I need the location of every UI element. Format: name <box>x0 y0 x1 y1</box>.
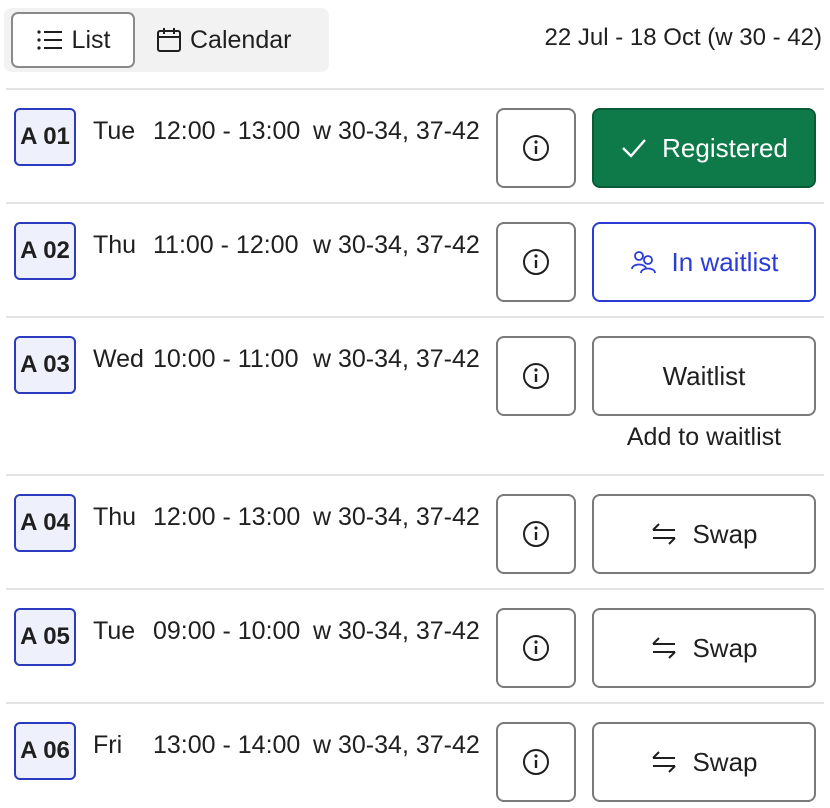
group-row: A 03 Wed 10:00 - 11:00 w 30-34, 37-42 Wa… <box>6 316 824 476</box>
day-label: Fri <box>93 731 123 759</box>
weeks-label: w 30-34, 37-42 <box>313 345 480 373</box>
group-row: A 01 Tue 12:00 - 13:00 w 30-34, 37-42 Re… <box>6 88 824 204</box>
time-label: 12:00 - 13:00 <box>153 117 301 145</box>
group-row: A 06 Fri 13:00 - 14:00 w 30-34, 37-42 Sw… <box>6 702 824 808</box>
info-icon <box>523 635 549 661</box>
time-label: 13:00 - 14:00 <box>153 731 301 759</box>
info-button[interactable] <box>496 494 576 574</box>
day-label: Tue <box>93 117 136 145</box>
date-range: 22 Jul - 18 Oct (w 30 - 42) <box>544 24 822 51</box>
swap-icon <box>652 523 677 545</box>
group-badge: A 04 <box>14 494 76 552</box>
day-label: Tue <box>93 617 136 645</box>
time-label: 09:00 - 10:00 <box>153 617 301 645</box>
waitlist-label: Waitlist <box>662 360 746 391</box>
swap-button[interactable]: Swap <box>592 494 816 574</box>
view-toggle: List Calendar <box>4 8 329 72</box>
check-icon <box>622 139 647 158</box>
day-label: Thu <box>93 503 137 531</box>
swap-button[interactable]: Swap <box>592 608 816 688</box>
group-badge: A 01 <box>14 108 76 166</box>
group-row: A 02 Thu 11:00 - 12:00 w 30-34, 37-42 In… <box>6 202 824 318</box>
time-label: 11:00 - 12:00 <box>153 231 299 259</box>
list-view-label: List <box>71 25 111 54</box>
group-badge: A 03 <box>14 336 76 394</box>
group-badge: A 06 <box>14 722 76 780</box>
info-icon <box>523 749 549 775</box>
group-badge: A 05 <box>14 608 76 666</box>
list-icon <box>36 30 62 50</box>
info-button[interactable] <box>496 608 576 688</box>
day-label: Thu <box>93 231 137 259</box>
weeks-label: w 30-34, 37-42 <box>313 503 480 531</box>
info-icon <box>523 521 549 547</box>
registered-button[interactable]: Registered <box>592 108 816 188</box>
waitlist-button[interactable]: Waitlist <box>592 336 816 416</box>
list-view-button[interactable]: List <box>11 12 135 68</box>
calendar-view-button[interactable]: Calendar <box>156 12 321 68</box>
time-label: 12:00 - 13:00 <box>153 503 301 531</box>
time-label: 10:00 - 11:00 <box>153 345 299 373</box>
day-label: Wed <box>93 345 144 373</box>
weeks-label: w 30-34, 37-42 <box>313 731 480 759</box>
info-button[interactable] <box>496 108 576 188</box>
add-to-waitlist-note: Add to waitlist <box>626 423 782 451</box>
calendar-icon <box>157 28 181 52</box>
swap-icon <box>652 637 677 659</box>
info-icon <box>523 249 549 275</box>
info-icon <box>523 135 549 161</box>
in-waitlist-button[interactable]: In waitlist <box>592 222 816 302</box>
calendar-view-label: Calendar <box>190 25 292 54</box>
group-row: A 05 Tue 09:00 - 10:00 w 30-34, 37-42 Sw… <box>6 588 824 704</box>
weeks-label: w 30-34, 37-42 <box>313 117 480 145</box>
in-waitlist-label: In waitlist <box>671 246 779 277</box>
swap-button[interactable]: Swap <box>592 722 816 802</box>
people-icon <box>630 251 656 274</box>
swap-label: Swap <box>692 746 758 777</box>
info-button[interactable] <box>496 336 576 416</box>
swap-label: Swap <box>692 518 758 549</box>
group-badge: A 02 <box>14 222 76 280</box>
weeks-label: w 30-34, 37-42 <box>313 617 480 645</box>
info-button[interactable] <box>496 222 576 302</box>
registered-label: Registered <box>662 132 788 163</box>
weeks-label: w 30-34, 37-42 <box>313 231 480 259</box>
swap-icon <box>652 751 677 773</box>
info-icon <box>523 363 549 389</box>
swap-label: Swap <box>692 632 758 663</box>
group-row: A 04 Thu 12:00 - 13:00 w 30-34, 37-42 Sw… <box>6 474 824 590</box>
info-button[interactable] <box>496 722 576 802</box>
